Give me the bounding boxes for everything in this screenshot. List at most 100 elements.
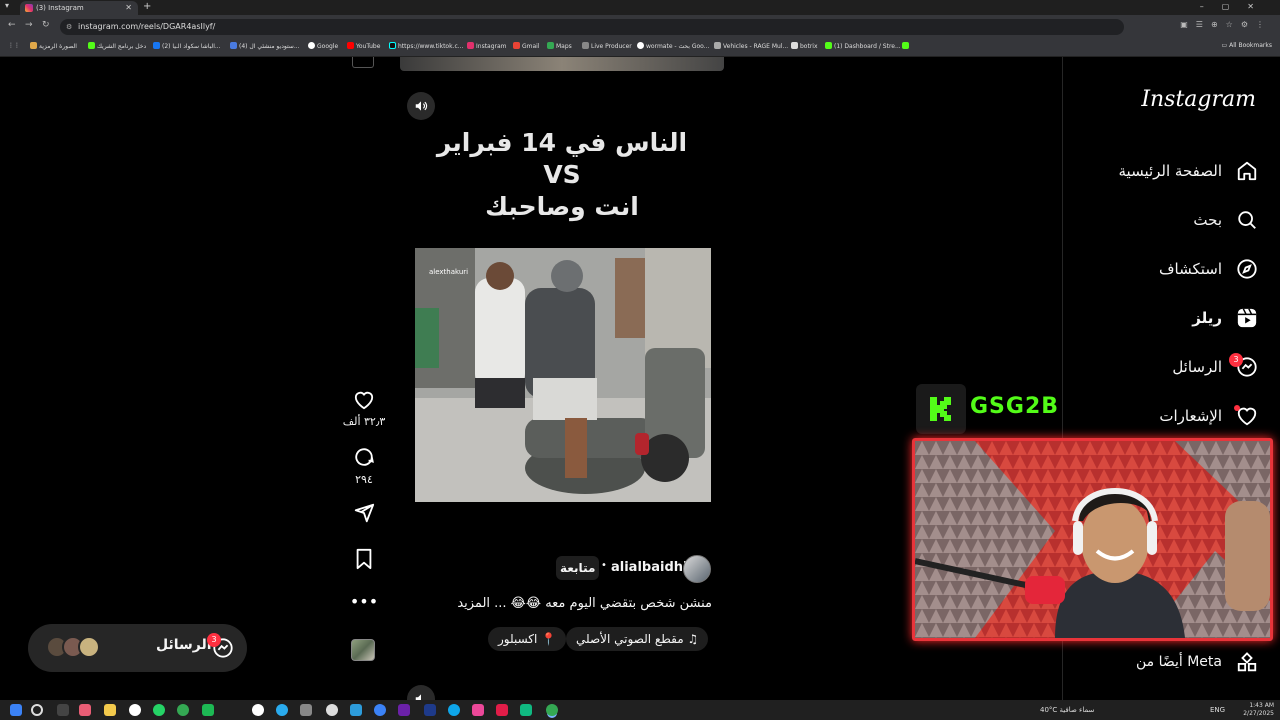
bookmark-item[interactable]: Maps bbox=[547, 42, 572, 50]
reel-title-line: انت وصاحبك bbox=[485, 192, 639, 221]
messages-float-button[interactable]: الرسائل 3 bbox=[28, 624, 247, 672]
url-input[interactable]: ⚙ instagram.com/reels/DGAR4asIlyf/ bbox=[60, 19, 1124, 35]
audio-label: مقطع الصوتي الأصلي bbox=[576, 632, 684, 646]
like-action[interactable]: ٣٢٫٣ ألف bbox=[340, 390, 388, 428]
more-options-icon[interactable]: ••• bbox=[340, 592, 388, 611]
sidebar-item-messages[interactable]: الرسائل 3 bbox=[1062, 348, 1280, 388]
app-icon[interactable] bbox=[472, 704, 484, 716]
forward-icon[interactable]: → bbox=[25, 20, 33, 30]
search-icon[interactable] bbox=[31, 704, 43, 716]
speaker-icon bbox=[415, 101, 428, 111]
kick-bookmark-icon[interactable] bbox=[902, 42, 911, 50]
site-info-icon[interactable]: ⚙ bbox=[66, 19, 72, 35]
comment-icon bbox=[355, 448, 374, 466]
location-pill[interactable]: اكسبلور 📍 bbox=[488, 627, 567, 651]
music-note-icon: ♫ bbox=[687, 632, 699, 646]
reload-icon[interactable]: ↻ bbox=[42, 20, 50, 30]
comment-count: ٢٩٤ bbox=[355, 473, 373, 486]
bookmark-item[interactable]: Live Producer bbox=[582, 42, 632, 50]
bookmark-item[interactable]: Gmail bbox=[513, 42, 540, 50]
notification-dot bbox=[1234, 405, 1240, 411]
messages-badge: 3 bbox=[1229, 353, 1243, 367]
tab-close-icon[interactable]: ✕ bbox=[125, 1, 132, 15]
app-icon[interactable] bbox=[374, 704, 386, 716]
previous-reel-edge bbox=[400, 57, 724, 71]
save-action[interactable] bbox=[340, 548, 388, 574]
sidebar-item-reels[interactable]: ريلز bbox=[1062, 299, 1280, 339]
audio-thumbnail[interactable] bbox=[351, 639, 375, 661]
instagram-favicon-icon bbox=[25, 4, 33, 12]
bookmark-item[interactable]: Vehicles - RAGE Mul... bbox=[714, 42, 788, 50]
whatsapp-icon[interactable] bbox=[153, 704, 165, 716]
webcam-feed bbox=[915, 441, 1270, 638]
bookmark-item[interactable]: https://www.tiktok.c... bbox=[389, 42, 464, 50]
audio-pill[interactable]: مقطع الصوتي الأصلي ♫ bbox=[566, 627, 709, 651]
app-icon[interactable] bbox=[496, 704, 508, 716]
bookmark-item[interactable]: Google bbox=[308, 42, 338, 50]
app-icon[interactable] bbox=[424, 704, 436, 716]
share-action[interactable] bbox=[340, 502, 388, 528]
clock[interactable]: 1:43 AM 2/27/2025 bbox=[1243, 702, 1274, 718]
bookmark-item[interactable]: (4) ستوديو منشئي ال... bbox=[230, 42, 300, 50]
weather-widget[interactable]: 40°C سماء صافية bbox=[1040, 706, 1094, 714]
bookmarks-bar: ⋮⋮ الصورة الرمزية دخل برنامج الشريك (2) … bbox=[0, 39, 1280, 57]
tab-search-icon[interactable]: ▾ bbox=[5, 1, 9, 10]
author-username[interactable]: alialbaidhi bbox=[611, 560, 687, 575]
edge-icon[interactable] bbox=[448, 704, 460, 716]
chrome-active-icon[interactable] bbox=[546, 704, 558, 716]
volume-button[interactable] bbox=[407, 92, 435, 120]
browser-tab-instagram[interactable]: (3) Instagram ✕ bbox=[20, 1, 138, 15]
author-avatar[interactable] bbox=[683, 555, 711, 583]
sidebar-item-also-from-meta[interactable]: أيضًا من Meta bbox=[1062, 644, 1280, 684]
all-bookmarks[interactable]: ▭ All Bookmarks bbox=[1222, 42, 1272, 49]
app-icon[interactable] bbox=[202, 704, 214, 716]
bookmark-item[interactable]: botrix bbox=[791, 42, 818, 50]
bookmark-item[interactable]: الصورة الرمزية bbox=[30, 42, 77, 50]
comment-action[interactable]: ٢٩٤ bbox=[340, 446, 388, 486]
app-icon[interactable] bbox=[520, 704, 532, 716]
window-controls[interactable]: –▢✕ bbox=[1200, 0, 1272, 14]
speaker-icon bbox=[415, 694, 421, 700]
sidebar-item-home[interactable]: الصفحة الرئيسية bbox=[1062, 152, 1280, 192]
premiere-icon[interactable] bbox=[398, 704, 410, 716]
reel-video[interactable]: alexthakuri bbox=[415, 248, 711, 502]
app-icon[interactable] bbox=[326, 704, 338, 716]
bookmark-item[interactable]: (2) الباشا سكواد الـيا... bbox=[153, 42, 221, 50]
sidebar-item-explore[interactable]: استكشاف bbox=[1062, 250, 1280, 290]
follow-button[interactable]: متابعة bbox=[556, 556, 600, 580]
instagram-logo[interactable]: Instagram bbox=[1141, 87, 1256, 112]
back-icon[interactable]: ← bbox=[8, 20, 16, 30]
telegram-icon[interactable] bbox=[276, 704, 288, 716]
reel-caption[interactable]: منشن شخص بتقضي اليوم معه 😂😂 ... المزيد bbox=[440, 596, 712, 611]
app-icon[interactable] bbox=[350, 704, 362, 716]
bookmark-item[interactable]: دخل برنامج الشريك bbox=[88, 42, 146, 50]
previous-audio-thumb[interactable] bbox=[352, 57, 374, 68]
search-icon bbox=[1238, 211, 1256, 229]
chrome-icon[interactable] bbox=[177, 704, 189, 716]
bookmark-item[interactable]: YouTube bbox=[347, 42, 380, 50]
separator: • bbox=[601, 560, 607, 571]
bookmark-item[interactable]: wormate - بحث Goo... bbox=[637, 42, 709, 50]
apps-icon[interactable]: ⋮⋮ bbox=[8, 42, 20, 49]
file-explorer-icon[interactable] bbox=[104, 704, 116, 716]
explore-icon bbox=[1237, 259, 1257, 279]
app-icon[interactable] bbox=[252, 704, 264, 716]
app-icon[interactable] bbox=[300, 704, 312, 716]
messages-label: الرسائل bbox=[156, 637, 212, 653]
kick-logo-icon bbox=[916, 384, 966, 434]
location-pin-icon: 📍 bbox=[541, 632, 557, 646]
bookmark-item[interactable]: Instagram bbox=[467, 42, 507, 50]
start-icon[interactable] bbox=[10, 704, 22, 716]
new-tab-icon[interactable]: + bbox=[143, 0, 151, 14]
kick-channel-name: GSG2B bbox=[970, 394, 1060, 419]
copilot-icon[interactable] bbox=[79, 704, 91, 716]
extension-icons[interactable]: ▣☰⊕☆⚙⋮ bbox=[1180, 20, 1272, 29]
next-reel-volume-button[interactable] bbox=[407, 685, 435, 700]
contact-avatar bbox=[78, 636, 100, 658]
sidebar-item-notifications[interactable]: الإشعارات bbox=[1062, 397, 1280, 437]
input-language[interactable]: ENG bbox=[1210, 706, 1225, 714]
task-view-icon[interactable] bbox=[57, 704, 69, 716]
bookmark-item[interactable]: (1) Dashboard / Stre... bbox=[825, 42, 901, 50]
obs-icon[interactable] bbox=[129, 704, 141, 716]
sidebar-item-search[interactable]: بحث bbox=[1062, 201, 1280, 241]
